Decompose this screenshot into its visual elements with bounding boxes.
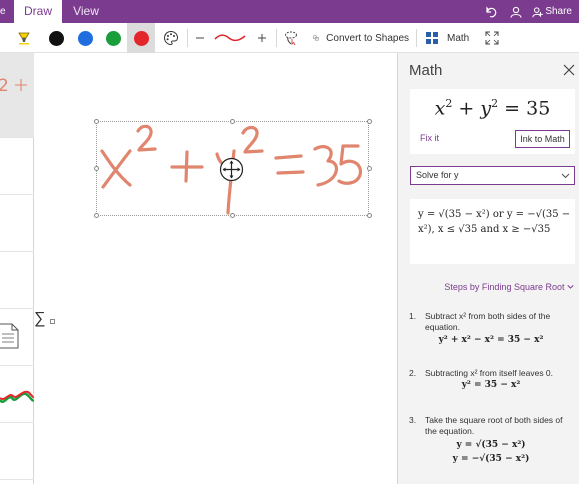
note-canvas[interactable]: ∑ bbox=[34, 53, 397, 484]
step-number: 2. bbox=[409, 368, 417, 378]
green-swatch bbox=[105, 30, 121, 46]
step-math: y² = 35 − x² bbox=[461, 380, 521, 390]
expand-icon bbox=[485, 31, 499, 45]
share-icon bbox=[532, 6, 543, 17]
page-item-selected[interactable]: 2 bbox=[0, 53, 34, 138]
recognized-equation-card: x2 + y2 = 35 Fix it Ink to Math bbox=[410, 89, 575, 154]
tab-view[interactable]: View bbox=[62, 0, 110, 23]
step-number: 3. bbox=[409, 415, 417, 425]
green-pen-button[interactable] bbox=[101, 23, 125, 53]
svg-text:2: 2 bbox=[0, 76, 9, 96]
math-pane: Math x2 + y2 = 35 Fix it Ink to Math Sol… bbox=[397, 53, 579, 484]
page-item[interactable] bbox=[0, 252, 34, 309]
blue-pen-button[interactable] bbox=[73, 23, 97, 53]
tab-draw[interactable]: Draw bbox=[14, 0, 62, 23]
plus-icon bbox=[258, 34, 266, 42]
blue-swatch bbox=[77, 30, 93, 46]
step-number: 1. bbox=[409, 311, 417, 321]
tab-edge-fragment: e bbox=[0, 6, 6, 17]
undo-icon[interactable] bbox=[484, 0, 500, 23]
page-item[interactable] bbox=[0, 138, 34, 195]
ribbon-divider bbox=[416, 29, 417, 47]
page-item[interactable] bbox=[0, 195, 34, 252]
person-icon[interactable] bbox=[508, 0, 524, 23]
equation-anchor[interactable] bbox=[50, 319, 55, 324]
chevron-down-icon bbox=[561, 173, 570, 179]
chevron-down-icon bbox=[567, 284, 574, 289]
draw-ribbon: Convert to Shapes Math bbox=[0, 23, 579, 53]
convert-to-shapes-button[interactable]: Convert to Shapes bbox=[313, 23, 409, 53]
stroke-preview bbox=[213, 23, 247, 53]
move-cursor-icon bbox=[219, 157, 244, 182]
thicker-stroke-button[interactable] bbox=[253, 23, 271, 53]
step-text: Subtracting x² from itself leaves 0. bbox=[425, 368, 554, 378]
page-thumbnail-ink: 2 bbox=[0, 76, 27, 96]
stroke-squiggle-icon bbox=[214, 34, 246, 42]
close-icon[interactable] bbox=[562, 63, 576, 77]
solve-action-value: Solve for y bbox=[416, 170, 459, 180]
page-thumbnail-scribble bbox=[0, 390, 34, 403]
minus-icon bbox=[196, 37, 204, 39]
ink-to-math-button[interactable]: Ink to Math bbox=[515, 130, 570, 148]
step-text: Take the square root of both sides of th… bbox=[425, 415, 563, 436]
lasso-icon bbox=[285, 31, 297, 46]
red-swatch bbox=[133, 30, 149, 46]
sigma-equation-icon[interactable]: ∑ bbox=[34, 310, 45, 328]
convert-to-shapes-label: Convert to Shapes bbox=[326, 32, 409, 44]
lasso-select-button[interactable] bbox=[280, 23, 302, 53]
page-item[interactable] bbox=[0, 423, 34, 480]
step-math: y = √(35 − x²) bbox=[456, 440, 526, 450]
step-math: y = −√(35 − x²) bbox=[452, 454, 530, 464]
page-item[interactable] bbox=[0, 309, 34, 366]
red-pen-button[interactable] bbox=[127, 23, 155, 53]
page-list: 2 bbox=[0, 53, 34, 484]
share-button[interactable]: Share bbox=[532, 0, 572, 23]
thinner-stroke-button[interactable] bbox=[191, 23, 209, 53]
palette-button[interactable] bbox=[159, 23, 183, 53]
solve-action-dropdown[interactable]: Solve for y bbox=[410, 166, 575, 185]
math-button[interactable]: Math bbox=[425, 23, 471, 53]
steps-method-dropdown[interactable]: Steps by Finding Square Root bbox=[408, 282, 574, 292]
fix-it-link[interactable]: Fix it bbox=[420, 133, 439, 143]
document-icon bbox=[0, 323, 19, 349]
step-math: y² + x² − x² = 35 − x² bbox=[438, 335, 544, 345]
math-pane-title: Math bbox=[409, 62, 443, 79]
highlighter-pen-button[interactable] bbox=[12, 23, 36, 53]
full-screen-button[interactable] bbox=[482, 23, 502, 53]
black-swatch bbox=[48, 30, 64, 46]
title-bar: e Draw View Share bbox=[0, 0, 579, 23]
convert-shapes-icon bbox=[313, 35, 319, 41]
steps-method-label: Steps by Finding Square Root bbox=[444, 282, 565, 292]
math-button-label: Math bbox=[447, 32, 470, 44]
palette-icon bbox=[163, 30, 179, 46]
solution-text: y = √(35 − x²) or y = −√(35 − x²), x ≤ √… bbox=[418, 209, 571, 235]
ribbon-divider bbox=[187, 29, 188, 47]
black-pen-button[interactable] bbox=[44, 23, 68, 53]
page-item[interactable] bbox=[0, 366, 34, 423]
ribbon-divider bbox=[276, 29, 277, 47]
step-text: Subtract x² from both sides of the equat… bbox=[425, 311, 551, 332]
math-grid-icon bbox=[426, 32, 438, 44]
solution-card: y = √(35 − x²) or y = −√(35 − x²), x ≤ √… bbox=[410, 199, 575, 264]
share-label: Share bbox=[545, 6, 572, 17]
recognized-equation: x2 + y2 = 35 bbox=[434, 97, 551, 120]
highlighter-pen-icon bbox=[18, 32, 30, 45]
